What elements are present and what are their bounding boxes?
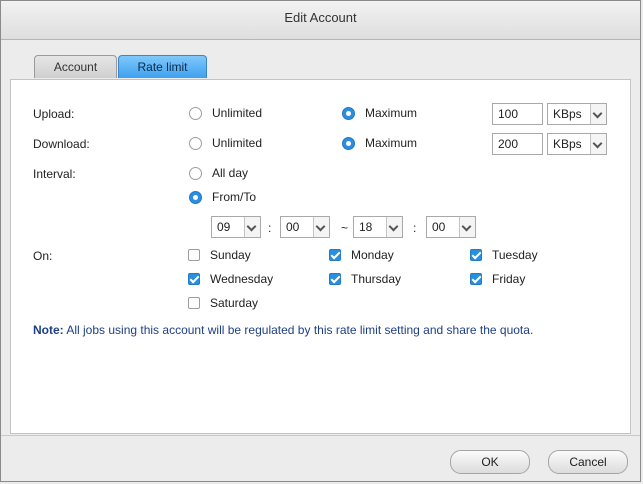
sunday-label: Sunday — [210, 248, 251, 262]
wednesday-label: Wednesday — [210, 272, 274, 286]
chevron-down-icon — [313, 217, 329, 237]
chevron-down-icon — [590, 104, 606, 124]
monday-checkbox[interactable] — [329, 249, 341, 261]
all-day-label: All day — [212, 166, 249, 180]
ok-button[interactable]: OK — [450, 450, 530, 474]
thursday-label: Thursday — [351, 272, 402, 286]
download-value-input[interactable]: 200 — [492, 133, 543, 155]
chevron-down-icon — [459, 217, 475, 237]
dialog-title: Edit Account — [284, 10, 357, 25]
all-day-radio[interactable] — [189, 167, 202, 180]
thursday-checkbox[interactable] — [329, 273, 341, 285]
from-hour-select[interactable]: 09 — [211, 216, 261, 238]
upload-maximum-label: Maximum — [365, 106, 418, 120]
range-separator: ~ — [341, 221, 349, 235]
chevron-down-icon — [386, 217, 402, 237]
cancel-button[interactable]: Cancel — [548, 450, 628, 474]
download-unlimited-label: Unlimited — [212, 136, 263, 150]
friday-checkbox[interactable] — [470, 273, 482, 285]
to-minute-value: 00 — [432, 220, 446, 234]
interval-label: Interval: — [33, 167, 76, 181]
edit-account-dialog: Edit Account Account Rate limit Upload: … — [0, 0, 641, 482]
download-unit-value: KBps — [553, 137, 582, 151]
to-minute-select[interactable]: 00 — [426, 216, 476, 238]
upload-unlimited-radio[interactable] — [189, 107, 202, 120]
tab-rate-limit[interactable]: Rate limit — [118, 55, 207, 78]
tuesday-checkbox[interactable] — [470, 249, 482, 261]
from-to-label: From/To — [212, 190, 257, 204]
upload-label: Upload: — [33, 107, 75, 121]
to-hour-value: 18 — [359, 220, 373, 234]
saturday-label: Saturday — [210, 296, 259, 310]
saturday-checkbox[interactable] — [188, 297, 200, 309]
rate-limit-panel: Upload: Unlimited Maximum 100 KBps Downl… — [10, 79, 631, 434]
download-unit-select[interactable]: KBps — [547, 133, 607, 155]
note-text: All jobs using this account will be regu… — [63, 323, 534, 337]
upload-value-input[interactable]: 100 — [492, 103, 543, 125]
chevron-down-icon — [244, 217, 260, 237]
from-minute-select[interactable]: 00 — [280, 216, 330, 238]
from-to-radio[interactable] — [189, 191, 202, 204]
on-label: On: — [33, 249, 53, 263]
dialog-titlebar: Edit Account — [1, 1, 640, 40]
sunday-checkbox[interactable] — [188, 249, 200, 261]
chevron-down-icon — [590, 134, 606, 154]
time-separator: : — [413, 221, 417, 235]
monday-label: Monday — [351, 248, 394, 262]
to-hour-select[interactable]: 18 — [353, 216, 403, 238]
note-prefix: Note: — [33, 323, 64, 337]
wednesday-checkbox[interactable] — [188, 273, 200, 285]
upload-unlimited-label: Unlimited — [212, 106, 263, 120]
upload-unit-value: KBps — [553, 107, 582, 121]
tuesday-label: Tuesday — [492, 248, 538, 262]
upload-maximum-radio[interactable] — [342, 107, 355, 120]
friday-label: Friday — [492, 272, 526, 286]
download-maximum-radio[interactable] — [342, 137, 355, 150]
upload-unit-select[interactable]: KBps — [547, 103, 607, 125]
time-separator: : — [268, 221, 272, 235]
download-unlimited-radio[interactable] — [189, 137, 202, 150]
download-label: Download: — [33, 137, 90, 151]
download-maximum-label: Maximum — [365, 136, 418, 150]
from-minute-value: 00 — [286, 220, 300, 234]
from-hour-value: 09 — [217, 220, 231, 234]
footer-divider — [1, 435, 640, 436]
rate-limit-note: Note: All jobs using this account will b… — [33, 323, 533, 337]
tab-account[interactable]: Account — [34, 55, 117, 78]
